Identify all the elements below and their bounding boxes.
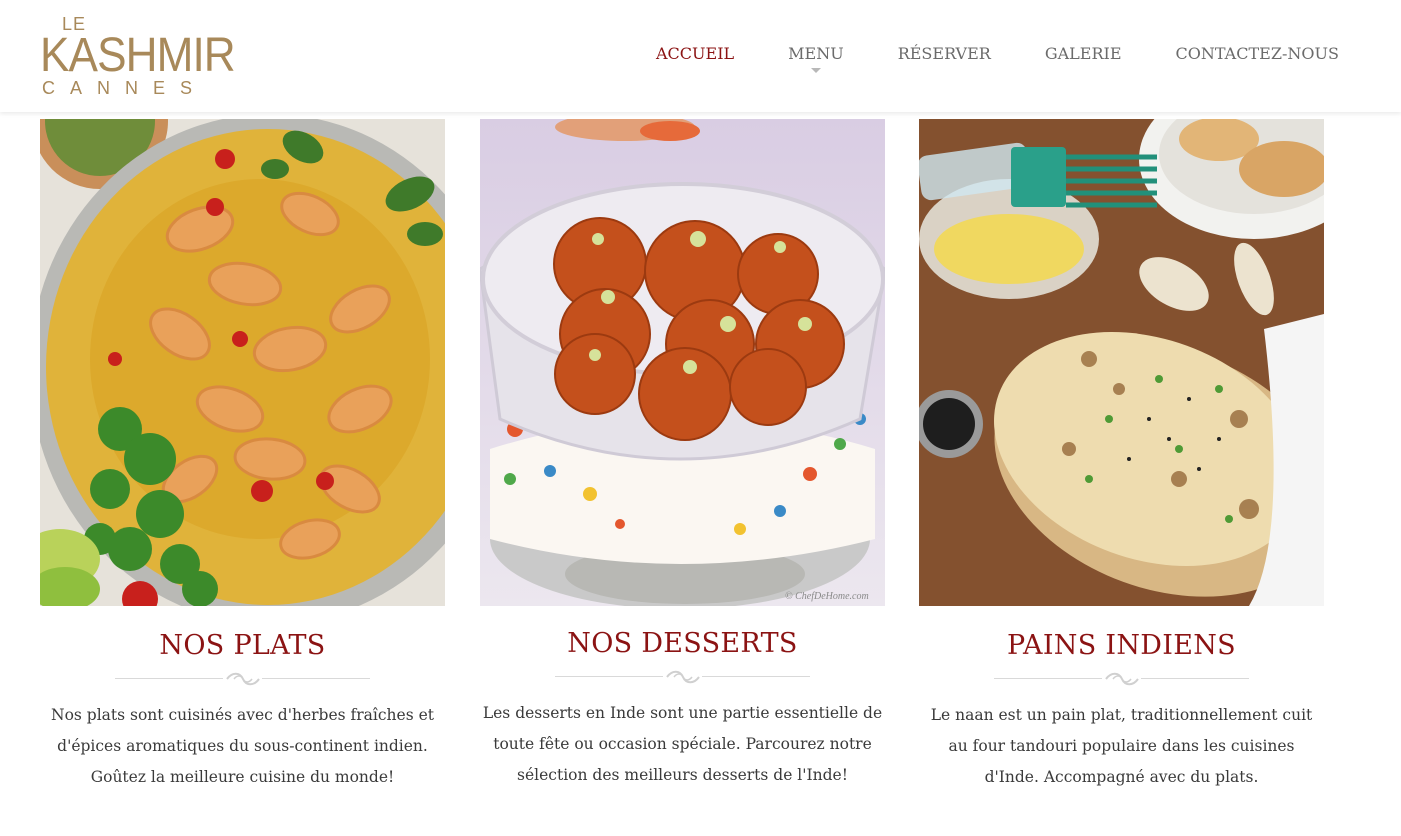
nav-item-contactez-nous[interactable]: CONTACTEZ-NOUS (1176, 44, 1339, 68)
card-pains-indiens: PAINS INDIENS Le naan est un pain plat, … (919, 119, 1324, 793)
logo-main-text: KASHMIR (40, 29, 236, 82)
shrimp-curry-photo[interactable] (40, 119, 445, 606)
main-nav: ACCUEIL MENU RÉSERVER GALERIE CONTACTEZ-… (656, 44, 1339, 73)
ornamental-divider (480, 666, 885, 688)
card-title: NOS PLATS (159, 630, 326, 661)
description-line: Goûtez la meilleure cuisine du monde! (90, 768, 395, 786)
swirl-ornament-icon (666, 670, 700, 684)
ornamental-divider (40, 668, 445, 690)
card-title: NOS DESSERTS (567, 628, 798, 659)
description-line: d'épices aromatiques du sous-continent i… (57, 737, 428, 755)
gulab-jamun-photo[interactable]: © ChefDeHome.com (480, 119, 885, 606)
ornamental-divider (919, 668, 1324, 690)
description-line: sélection des meilleurs desserts de l'In… (517, 766, 848, 784)
description-line: Le naan est un pain plat, traditionnelle… (930, 706, 1313, 724)
site-header: LE KASHMIR CANNES ACCUEIL MENU RÉSERVER … (0, 0, 1401, 112)
card-description: Nos plats sont cuisinés avec d'herbes fr… (40, 700, 445, 793)
watermark-text: © ChefDeHome.com (785, 591, 869, 602)
nav-item-accueil[interactable]: ACCUEIL (656, 44, 734, 68)
swirl-ornament-icon (1105, 672, 1139, 686)
description-line: Nos plats sont cuisinés avec d'herbes fr… (51, 706, 434, 724)
logo-sub-text: CANNES (42, 78, 208, 98)
nav-item-reserver[interactable]: RÉSERVER (898, 44, 991, 68)
description-line: toute fête ou occasion spéciale. Parcour… (493, 735, 872, 753)
swirl-ornament-icon (226, 672, 260, 686)
naan-bread-photo[interactable] (919, 119, 1324, 606)
description-line: Les desserts en Inde sont une partie ess… (482, 704, 883, 722)
card-description: Le naan est un pain plat, traditionnelle… (919, 700, 1324, 793)
nav-item-menu-label: MENU (788, 44, 844, 63)
nav-item-menu[interactable]: MENU (788, 44, 844, 73)
card-nos-desserts: © ChefDeHome.com NOS DESSERTS Les desser… (480, 119, 885, 791)
card-description: Les desserts en Inde sont une partie ess… (480, 698, 885, 791)
description-line: au four tandouri populaire dans les cuis… (948, 737, 1295, 755)
nav-item-galerie[interactable]: GALERIE (1045, 44, 1122, 68)
chevron-down-icon (810, 68, 821, 73)
kashmir-logo[interactable]: LE KASHMIR CANNES (40, 14, 236, 100)
description-line: d'Inde. Accompagné avec du plats. (984, 768, 1259, 786)
card-nos-plats: NOS PLATS Nos plats sont cuisinés avec d… (40, 119, 445, 793)
card-title: PAINS INDIENS (1007, 630, 1236, 661)
